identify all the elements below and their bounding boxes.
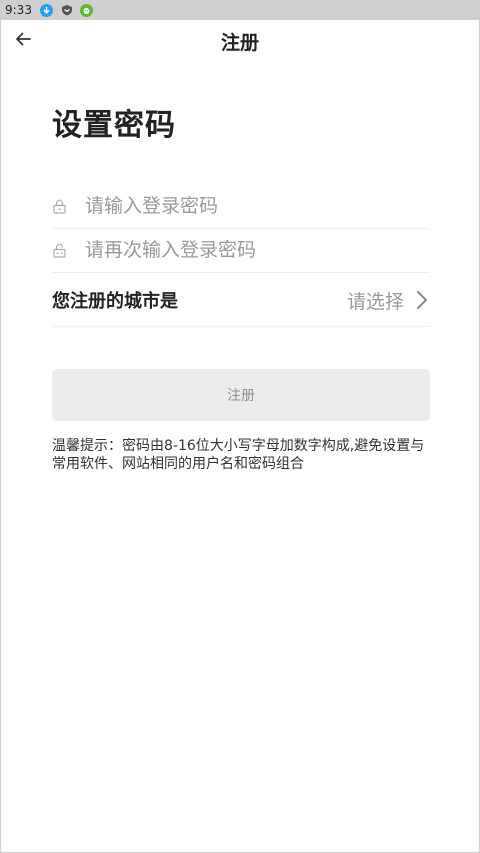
page-title: 设置密码 <box>52 108 176 143</box>
password-tip: 温馨提示：密码由8-16位大小写字母加数字构成,避免设置与常用软件、网站相同的用… <box>52 438 425 472</box>
status-bar: 9:33 <box>0 0 480 20</box>
app-header: 注册 <box>0 20 480 60</box>
city-label: 您注册的城市是 <box>52 291 178 312</box>
password-row <box>52 184 430 229</box>
password-input[interactable] <box>85 195 430 217</box>
password-confirm-row <box>52 228 430 273</box>
city-select-row[interactable]: 您注册的城市是 请选择 <box>52 274 430 327</box>
chevron-right-icon <box>414 289 430 311</box>
password-confirm-input[interactable] <box>85 239 430 261</box>
shield-notification-icon <box>60 3 74 17</box>
lock-open-icon <box>52 242 66 258</box>
register-button[interactable]: 注册 <box>52 369 430 421</box>
city-value: 请选择 <box>346 290 404 313</box>
download-notification-icon <box>40 3 54 17</box>
status-time: 9:33 <box>5 3 32 17</box>
header-title: 注册 <box>220 32 259 54</box>
lock-icon <box>52 198 66 214</box>
android-notification-icon <box>80 3 94 17</box>
